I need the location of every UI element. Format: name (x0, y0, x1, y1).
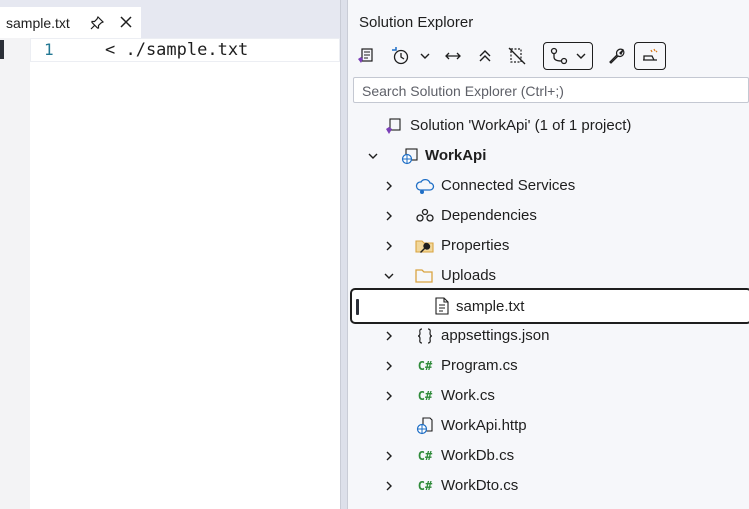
dependencies-icon (415, 206, 435, 226)
tree-item-label: Dependencies (441, 207, 537, 224)
csharp-file-icon: C# (415, 386, 435, 406)
http-file-icon (415, 416, 435, 436)
chevron-right-icon[interactable] (382, 389, 396, 403)
editor-pane: sample.txt 1 < ./sample.txt (0, 0, 341, 509)
tree-item-label: Work.cs (441, 387, 495, 404)
csharp-badge: C# (417, 389, 433, 403)
properties-icon[interactable] (606, 42, 628, 70)
tree-item-label: sample.txt (456, 298, 525, 315)
chevron-right-icon[interactable] (382, 239, 396, 253)
pin-icon[interactable] (89, 15, 105, 31)
solution-icon (384, 116, 404, 136)
tree-item-sample-txt[interactable]: sample.txt (350, 288, 749, 324)
tree-item-label: Uploads (441, 267, 497, 284)
properties-folder-icon (415, 236, 435, 256)
tree-item-label: appsettings.json (441, 327, 550, 344)
line-number: 1 (44, 40, 54, 59)
chevron-right-icon[interactable] (382, 209, 396, 223)
chevron-down-icon[interactable] (416, 42, 434, 70)
web-project-icon (400, 146, 420, 166)
chevron-right-icon[interactable] (382, 479, 396, 493)
tree-item-label: WorkApi (425, 147, 487, 164)
tree-item-connected-services[interactable]: Connected Services (348, 171, 749, 201)
tree-item-label: Solution 'WorkApi' (1 of 1 project) (410, 117, 632, 134)
chevron-down-icon[interactable] (382, 269, 396, 283)
json-file-icon (415, 326, 435, 346)
connected-services-icon (415, 176, 435, 196)
tree-item-workdto-cs[interactable]: C# WorkDto.cs (348, 471, 749, 501)
tree-item-dependencies[interactable]: Dependencies (348, 201, 749, 231)
close-icon[interactable] (118, 14, 134, 30)
csharp-badge: C# (417, 359, 433, 373)
editor-gutter (0, 38, 30, 509)
panel-title: Solution Explorer (359, 14, 474, 31)
csharp-badge: C# (417, 479, 433, 493)
tab-sample-txt[interactable]: sample.txt (0, 5, 141, 38)
tree-item-label: Properties (441, 237, 510, 254)
tree-item-label: WorkApi.http (441, 417, 527, 434)
tree-item-workapi-http[interactable]: WorkApi.http (348, 411, 749, 441)
pending-changes-filter-icon[interactable] (543, 42, 593, 70)
tree-item-label: Connected Services (441, 177, 576, 194)
csharp-file-icon: C# (415, 446, 435, 466)
explorer-toolbar (352, 40, 749, 72)
tree-item-solution[interactable]: Solution 'WorkApi' (1 of 1 project) (348, 111, 749, 141)
tree-item-label: WorkDb.cs (441, 447, 515, 464)
selection-indicator (356, 299, 359, 315)
history-icon[interactable] (388, 42, 412, 70)
search-input[interactable] (360, 79, 734, 103)
show-all-files-icon[interactable] (506, 42, 528, 70)
search-box[interactable] (353, 77, 749, 103)
tree-item-label: Program.cs (441, 357, 518, 374)
tree-item-workdb-cs[interactable]: C# WorkDb.cs (348, 441, 749, 471)
chevron-right-icon[interactable] (382, 359, 396, 373)
change-marker (0, 40, 4, 59)
editor-tab-strip: sample.txt (0, 0, 340, 38)
chevron-down-icon[interactable] (366, 149, 380, 163)
chevron-right-icon[interactable] (382, 329, 396, 343)
tree-item-appsettings-json[interactable]: appsettings.json (348, 321, 749, 351)
csharp-badge: C# (417, 449, 433, 463)
sync-icon[interactable] (442, 42, 464, 70)
csharp-file-icon: C# (415, 476, 435, 496)
tree-item-program-cs[interactable]: C# Program.cs (348, 351, 749, 381)
tree-item-uploads[interactable]: Uploads (348, 261, 749, 291)
folder-open-icon (415, 266, 435, 286)
solution-explorer: Solution Explorer Search Solution Explor… (347, 0, 749, 509)
preview-icon[interactable] (634, 42, 666, 70)
solution-view-icon[interactable] (354, 42, 378, 70)
chevron-right-icon[interactable] (382, 179, 396, 193)
text-file-icon (432, 296, 452, 316)
chevron-right-icon[interactable] (382, 449, 396, 463)
tree-item-label: WorkDto.cs (441, 477, 519, 494)
collapse-all-icon[interactable] (474, 42, 496, 70)
tree-item-properties[interactable]: Properties (348, 231, 749, 261)
tab-title: sample.txt (6, 14, 70, 31)
csharp-file-icon: C# (415, 356, 435, 376)
tree-item-workapi[interactable]: WorkApi (348, 141, 749, 171)
tree-item-work-cs[interactable]: C# Work.cs (348, 381, 749, 411)
code-line[interactable]: < ./sample.txt (105, 40, 248, 60)
